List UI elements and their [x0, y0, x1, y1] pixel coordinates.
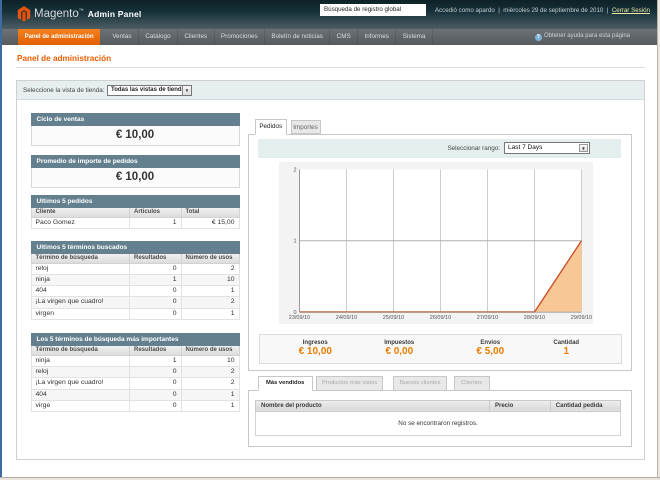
- svg-text:25/09/10: 25/09/10: [382, 315, 403, 321]
- svg-text:2: 2: [293, 168, 296, 174]
- svg-text:28/09/10: 28/09/10: [523, 315, 544, 321]
- svg-text:24/09/10: 24/09/10: [335, 315, 356, 321]
- svg-text:1: 1: [293, 239, 296, 245]
- svg-text:27/09/10: 27/09/10: [476, 315, 497, 321]
- svg-text:29/09/10: 29/09/10: [570, 315, 591, 321]
- svg-text:23/09/10: 23/09/10: [288, 315, 309, 321]
- svg-text:26/09/10: 26/09/10: [429, 315, 450, 321]
